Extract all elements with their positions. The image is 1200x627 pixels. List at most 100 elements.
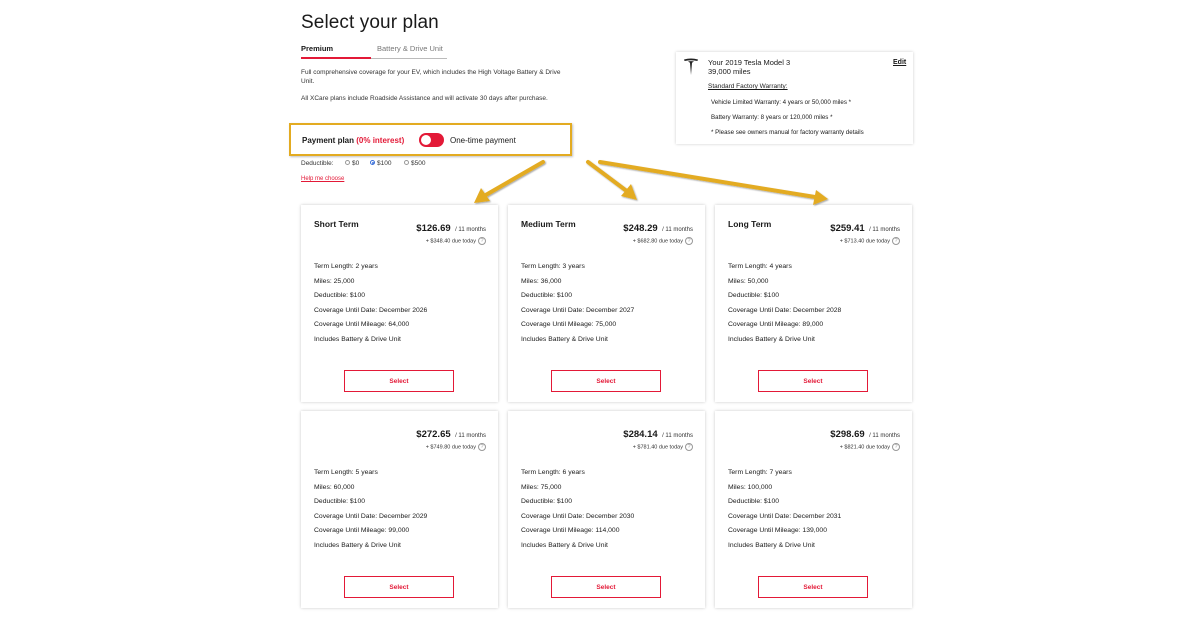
miles: Miles: 100,000 [728,483,773,491]
warranty-heading: Standard Factory Warranty: [708,83,788,90]
plan-price: $298.69 [830,429,865,440]
term-length: Term Length: 6 years [521,469,585,476]
includes-battery: Includes Battery & Drive Unit [521,335,608,343]
due-today: + $821.40 due today [839,444,890,451]
question-icon[interactable]: ? [892,237,900,245]
coverage-until-mileage: Coverage Until Mileage: 139,000 [728,527,827,534]
deductible-radio-0[interactable] [345,160,350,165]
deductible-radio-500[interactable] [404,160,409,165]
miles: Miles: 75,000 [521,483,562,491]
payment-toggle[interactable] [419,133,444,147]
plan-price: $126.69 [416,223,451,234]
select-button[interactable]: Select [344,370,454,392]
due-today: + $348.40 due today [425,238,476,245]
coverage-until-mileage: Coverage Until Mileage: 75,000 [521,321,617,328]
plan-details: Term Length: 7 years Miles: 100,000 Dedu… [728,469,841,556]
miles: Miles: 36,000 [521,277,562,285]
includes-battery: Includes Battery & Drive Unit [314,541,401,549]
miles: Miles: 50,000 [728,277,769,285]
deductible-radio-100[interactable] [370,160,375,165]
toggle-knob [421,135,431,145]
warranty-line-battery: Battery Warranty: 8 years or 120,000 mil… [711,114,833,121]
due-today: + $682.80 due today [632,238,683,245]
warranty-footnote: * Please see owners manual for factory w… [711,129,864,136]
deductible: Deductible: $100 [314,498,366,505]
select-button[interactable]: Select [758,370,868,392]
price-block: $248.29 / 11 months + $682.80 due today? [623,218,693,245]
price-block: $272.65 / 11 months + $749.80 due today? [416,424,486,451]
roadside-note: All XCare plans include Roadside Assista… [301,95,548,102]
price-block: $284.14 / 11 months + $781.40 due today? [623,424,693,451]
price-block: $126.69 / 11 months + $348.40 due today? [416,218,486,245]
payment-plan-text: Payment plan [302,136,355,145]
active-tab-indicator [301,57,371,59]
term-length: Term Length: 7 years [728,469,792,476]
term-length: Term Length: 4 years [728,263,792,270]
page-title: Select your plan [301,12,439,33]
miles: Miles: 25,000 [314,277,355,285]
edit-vehicle-link[interactable]: Edit [893,59,906,66]
plan-name: Short Term [314,219,359,229]
deductible-option-0: $0 [352,160,360,167]
price-block: $298.69 / 11 months + $821.40 due today? [830,424,900,451]
select-button[interactable]: Select [551,576,661,598]
plan-price: $284.14 [623,429,658,440]
coverage-until-date: Coverage Until Date: December 2030 [521,512,635,520]
deductible: Deductible: $100 [521,292,573,299]
plan-period: / 11 months [662,227,693,233]
arrow-to-long-term-icon [598,160,828,205]
question-icon[interactable]: ? [478,443,486,451]
plan-details: Term Length: 5 years Miles: 60,000 Deduc… [314,469,427,556]
help-me-choose-link[interactable]: Help me choose [301,176,344,182]
select-button[interactable]: Select [344,576,454,598]
includes-battery: Includes Battery & Drive Unit [728,541,815,549]
interest-text: (0% interest) [356,136,405,145]
plan-details: Term Length: 6 years Miles: 75,000 Deduc… [521,469,634,556]
plan-name: Long Term [728,219,772,229]
deductible-option-500: $500 [411,160,426,167]
arrow-to-medium-term-icon [586,160,637,200]
includes-battery: Includes Battery & Drive Unit [728,335,815,343]
plan-period: / 11 months [869,227,900,233]
term-length: Term Length: 5 years [314,469,378,476]
deductible-option-100: $100 [377,160,392,167]
plan-name: Medium Term [521,219,576,229]
question-icon[interactable]: ? [478,237,486,245]
select-button[interactable]: Select [551,370,661,392]
plan-price: $248.29 [623,223,658,234]
includes-battery: Includes Battery & Drive Unit [521,541,608,549]
plan-card-short-term: Short Term $126.69 / 11 months + $348.40… [301,205,498,402]
plan-card-medium-term: Medium Term $248.29 / 11 months + $682.8… [508,205,705,402]
deductible-label: Deductible: [301,160,334,167]
term-length: Term Length: 2 years [314,263,378,270]
question-icon[interactable]: ? [685,237,693,245]
plan-tabs: Premium Battery & Drive Unit [301,44,447,60]
due-today: + $781.40 due today [632,444,683,451]
warranty-line-vehicle: Vehicle Limited Warranty: 4 years or 50,… [711,99,852,106]
plan-card-7-year: $298.69 / 11 months + $821.40 due today?… [715,411,912,608]
plan-card-5-year: $272.65 / 11 months + $749.80 due today?… [301,411,498,608]
coverage-until-mileage: Coverage Until Mileage: 99,000 [314,527,410,534]
payment-plan-label: Payment plan (0% interest) [302,136,404,145]
plan-card-long-term: Long Term $259.41 / 11 months + $713.40 … [715,205,912,402]
select-button[interactable]: Select [758,576,868,598]
one-time-payment-label: One-time payment [450,136,516,145]
tab-premium[interactable]: Premium [301,44,333,53]
price-block: $259.41 / 11 months + $713.40 due today? [830,218,900,245]
coverage-until-date: Coverage Until Date: December 2027 [521,306,635,314]
plan-price: $272.65 [416,429,451,440]
deductible: Deductible: $100 [521,498,573,505]
question-icon[interactable]: ? [892,443,900,451]
question-icon[interactable]: ? [685,443,693,451]
coverage-until-date: Coverage Until Date: December 2026 [314,306,428,314]
tab-battery-drive-unit[interactable]: Battery & Drive Unit [377,44,443,53]
plan-details: Term Length: 3 years Miles: 36,000 Deduc… [521,263,634,350]
plan-details: Term Length: 2 years Miles: 25,000 Deduc… [314,263,427,350]
term-length: Term Length: 3 years [521,263,585,270]
tesla-logo-icon [684,58,698,75]
plan-details: Term Length: 4 years Miles: 50,000 Deduc… [728,263,841,350]
plan-card-6-year: $284.14 / 11 months + $781.40 due today?… [508,411,705,608]
plan-period: / 11 months [869,433,900,439]
coverage-until-date: Coverage Until Date: December 2031 [728,512,842,520]
plan-period: / 11 months [455,433,486,439]
